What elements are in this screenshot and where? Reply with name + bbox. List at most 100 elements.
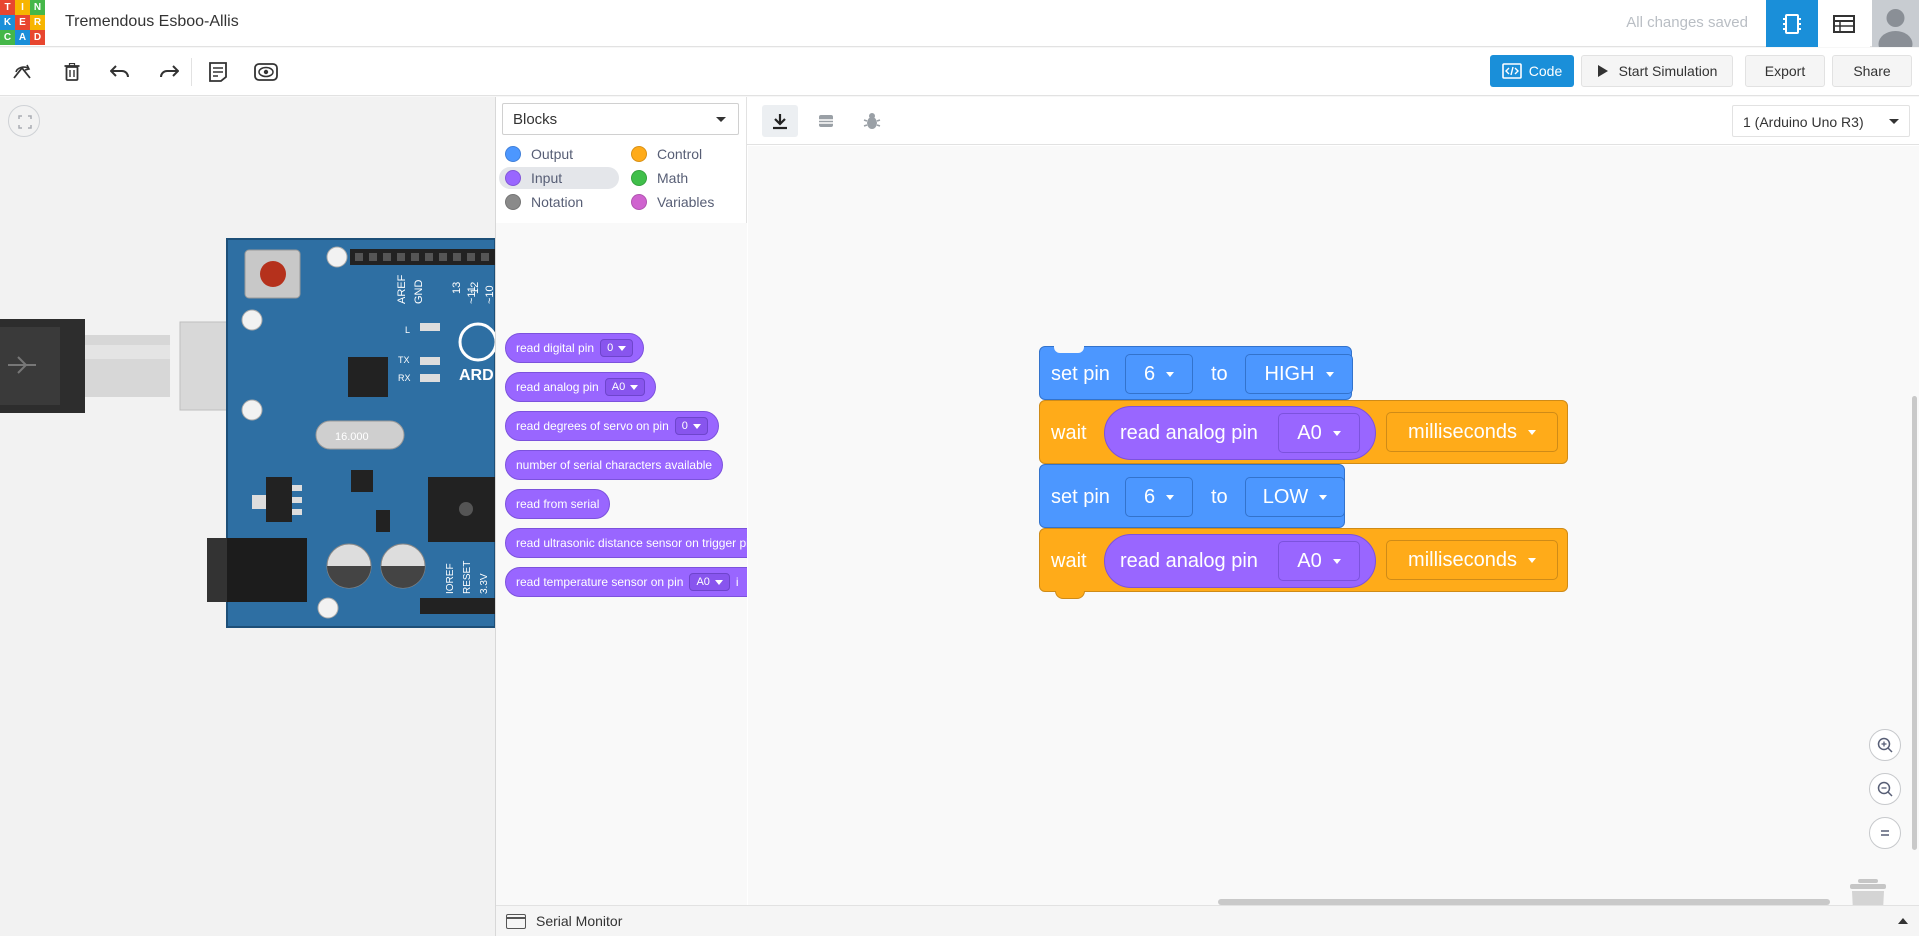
pin-dropdown[interactable]: A0 [689, 573, 730, 591]
set-pin-block[interactable]: set pin 6 to HIGH [1039, 346, 1353, 400]
block-label: read from serial [516, 497, 600, 511]
category-variables[interactable]: Variables [625, 191, 745, 213]
avatar[interactable] [1872, 0, 1919, 47]
category-list: Output Control Input Math Notation Varia… [496, 143, 747, 219]
toolbar-divider [191, 58, 192, 86]
project-title[interactable]: Tremendous Esboo-Allis [65, 13, 239, 31]
rotate-icon [13, 64, 31, 79]
read-analog-pin-reporter[interactable]: read analog pin A0 [1104, 406, 1376, 460]
logo-letter: R [30, 15, 45, 30]
category-control[interactable]: Control [625, 143, 745, 165]
state-dropdown[interactable]: LOW [1245, 477, 1345, 517]
workspace-trash-can[interactable] [1850, 879, 1886, 905]
pin-label: ~11 [466, 286, 478, 304]
delete-button[interactable] [58, 58, 86, 86]
download-code-button[interactable] [762, 105, 798, 137]
caret-down-icon [1325, 371, 1334, 377]
debugger-button[interactable] [854, 105, 890, 137]
read-servo-degrees-block[interactable]: read degrees of servo on pin 0 [505, 411, 719, 441]
category-notation[interactable]: Notation [499, 191, 619, 213]
state-dropdown[interactable]: HIGH [1245, 354, 1353, 394]
caret-down-icon [1166, 494, 1175, 500]
start-simulation-button[interactable]: Start Simulation [1581, 55, 1733, 87]
rotate-button[interactable] [9, 58, 37, 86]
notes-button[interactable] [204, 58, 232, 86]
caret-down-icon [630, 384, 639, 390]
pin-dropdown[interactable]: 0 [674, 417, 708, 435]
block-label: set pin [1051, 486, 1110, 508]
read-digital-pin-block[interactable]: read digital pin 0 [505, 333, 645, 363]
serial-monitor-bar[interactable]: Serial Monitor [496, 905, 1919, 936]
notes-icon [209, 62, 227, 82]
visibility-button[interactable] [252, 58, 280, 86]
pin-dropdown[interactable]: 6 [1125, 477, 1193, 517]
caret-down-icon [1332, 558, 1341, 564]
pin-label: ~10 [484, 285, 495, 304]
undo-icon [110, 65, 129, 78]
save-status: All changes saved [1626, 14, 1748, 31]
zoom-out-icon [1877, 781, 1893, 797]
code-button[interactable]: Code [1490, 55, 1574, 87]
block-label: read temperature sensor on pin [516, 575, 684, 589]
logo-letter: K [0, 15, 15, 30]
block-label: read digital pin [516, 341, 595, 355]
export-button[interactable]: Export [1745, 55, 1825, 87]
vertical-scrollbar[interactable] [1912, 396, 1917, 850]
circuit-canvas[interactable]: AREF GND 13 12 ~11 ~10 L TX RX ARD 16.00… [0, 97, 495, 936]
pin-dropdown[interactable]: A0 [1278, 413, 1360, 453]
unit-dropdown[interactable]: milliseconds [1386, 412, 1558, 452]
zoom-out-button[interactable] [1869, 773, 1901, 805]
code-button-label: Code [1528, 63, 1563, 79]
state-value: LOW [1262, 485, 1309, 508]
read-analog-pin-block[interactable]: read analog pin A0 [505, 372, 657, 402]
redo-button[interactable] [155, 58, 183, 86]
play-icon [1597, 65, 1608, 77]
wait-block[interactable]: wait read analog pin A0 milliseconds [1039, 400, 1568, 464]
logo-letter: E [15, 15, 30, 30]
share-button[interactable]: Share [1832, 55, 1912, 87]
chevron-up-icon[interactable] [1898, 918, 1908, 924]
pin-label: AREF [396, 274, 408, 304]
pin-dropdown[interactable]: A0 [604, 378, 646, 396]
zoom-in-button[interactable] [1869, 729, 1901, 761]
unit-value: milliseconds [1408, 420, 1517, 443]
block-label: to [1211, 363, 1228, 385]
set-pin-block[interactable]: set pin 6 to LOW [1039, 464, 1345, 528]
logo-letter: C [0, 30, 15, 45]
caret-down-icon [1332, 430, 1341, 436]
category-input[interactable]: Input [499, 167, 619, 189]
unit-value: milliseconds [1408, 548, 1517, 571]
tinkercad-logo[interactable]: T I N K E R C A D [0, 0, 45, 45]
pin-label: GND [413, 280, 425, 305]
wait-block[interactable]: wait read analog pin A0 milliseconds [1039, 528, 1568, 599]
download-icon [773, 114, 787, 130]
reporter-label: read analog pin [1120, 422, 1258, 444]
read-analog-pin-reporter[interactable]: read analog pin A0 [1104, 534, 1376, 588]
ultrasonic-sensor-block[interactable]: read ultrasonic distance sensor on trigg… [505, 528, 747, 558]
block-flyout: read digital pin 0 read analog pin A0 re… [496, 223, 747, 905]
category-output[interactable]: Output [499, 143, 619, 165]
libraries-button[interactable] [808, 105, 844, 137]
device-select[interactable]: 1 (Arduino Uno R3) [1732, 105, 1910, 137]
editor-mode-select[interactable]: Blocks [502, 103, 739, 135]
pin-dropdown[interactable]: 0 [600, 339, 634, 357]
pin-value: A0 [696, 576, 710, 588]
circuit-view-button[interactable] [1766, 0, 1818, 47]
category-math[interactable]: Math [625, 167, 745, 189]
pin-value: A0 [1297, 421, 1322, 444]
blocks-workspace[interactable]: set pin 6 to HIGH wait read analog pin A… [748, 146, 1919, 905]
zoom-reset-button[interactable] [1869, 817, 1901, 849]
serial-available-block[interactable]: number of serial characters available [505, 450, 724, 480]
arduino-board[interactable]: AREF GND 13 12 ~11 ~10 L TX RX ARD 16.00… [0, 97, 495, 936]
temperature-sensor-block[interactable]: read temperature sensor on pin A0 i [505, 567, 747, 597]
block-label: read analog pin [516, 380, 599, 394]
unit-dropdown[interactable]: milliseconds [1386, 540, 1558, 580]
read-serial-block[interactable]: read from serial [505, 489, 611, 519]
editor-mode-value: Blocks [513, 111, 558, 128]
pin-dropdown[interactable]: 6 [1125, 354, 1193, 394]
component-list-button[interactable] [1818, 0, 1870, 47]
undo-button[interactable] [106, 58, 134, 86]
eye-icon [254, 63, 278, 81]
block-label: number of serial characters available [516, 458, 713, 472]
pin-dropdown[interactable]: A0 [1278, 541, 1360, 581]
